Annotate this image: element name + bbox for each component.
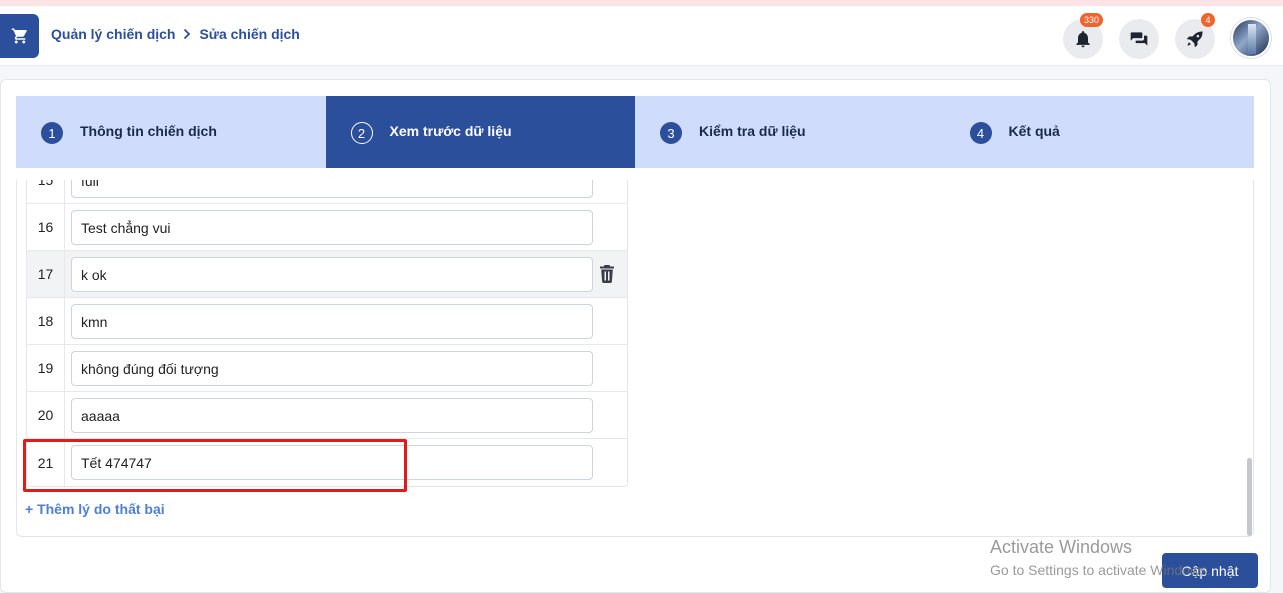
notifications-count-badge: 330 <box>1080 13 1104 27</box>
reason-input[interactable]: Tết 474747 <box>71 445 593 480</box>
table-row: 16 Test chẳng vui <box>27 204 627 251</box>
notifications-button[interactable]: 330 <box>1063 13 1104 59</box>
step-label: Xem trước dữ liệu <box>389 123 512 139</box>
table-row: 17 k ok <box>27 251 627 298</box>
vertical-scrollbar[interactable] <box>1247 458 1252 536</box>
user-avatar[interactable] <box>1231 18 1271 58</box>
breadcrumb-edit-campaign: Sửa chiến dịch <box>199 26 300 42</box>
row-number: 18 <box>27 298 65 344</box>
step-result[interactable]: 4 Kết quả <box>945 96 1255 168</box>
step-number: 2 <box>350 122 373 144</box>
bell-icon <box>1076 31 1090 48</box>
reason-input[interactable]: không đúng đối tượng <box>71 351 593 386</box>
step-check-data[interactable]: 3 Kiểm tra dữ liệu <box>635 96 945 168</box>
table-row: 15 full <box>27 180 627 204</box>
step-number: 3 <box>660 122 682 144</box>
cart-icon <box>11 28 27 44</box>
step-campaign-info[interactable]: 1 Thông tin chiến dịch <box>16 96 326 168</box>
table-row: 20 aaaaa <box>27 392 627 439</box>
step-label: Thông tin chiến dịch <box>80 123 217 139</box>
reason-input[interactable]: aaaaa <box>71 398 593 433</box>
reason-input[interactable]: kmn <box>71 304 593 339</box>
reason-input[interactable]: k ok <box>71 257 593 292</box>
trash-icon[interactable] <box>599 265 615 283</box>
rocket-count-badge: 4 <box>1201 13 1215 27</box>
reason-input[interactable]: Test chẳng vui <box>71 210 593 245</box>
chat-icon <box>1130 32 1148 46</box>
row-number: 15 <box>27 180 65 203</box>
row-number: 17 <box>27 251 65 297</box>
stepper: 1 Thông tin chiến dịch 2 Xem trước dữ li… <box>16 96 1254 168</box>
row-number: 16 <box>27 204 65 250</box>
step-number: 4 <box>969 122 992 144</box>
chevron-right-icon <box>182 28 192 40</box>
breadcrumb-campaign-management[interactable]: Quản lý chiến dịch <box>51 26 175 42</box>
step-number: 1 <box>41 122 63 144</box>
step-preview-data[interactable]: 2 Xem trước dữ liệu <box>325 96 635 168</box>
breadcrumb: Quản lý chiến dịch Sửa chiến dịch <box>51 26 300 42</box>
step-label: Kiểm tra dữ liệu <box>699 123 806 139</box>
row-number: 19 <box>27 345 65 391</box>
failure-reasons-table: 15 full 16 Test chẳng vui 17 k ok 18 kmn… <box>26 180 628 487</box>
reason-input[interactable]: full <box>71 180 593 198</box>
add-failure-reason-link[interactable]: + Thêm lý do thất bại <box>25 501 165 517</box>
cart-menu-button[interactable] <box>0 14 39 58</box>
rocket-icon <box>1186 31 1203 48</box>
row-number: 20 <box>27 392 65 438</box>
rocket-button[interactable]: 4 <box>1175 13 1215 59</box>
chat-button[interactable] <box>1119 19 1159 59</box>
table-row: 19 không đúng đối tượng <box>27 345 627 392</box>
update-button[interactable]: Cập nhật <box>1162 553 1258 588</box>
row-number: 21 <box>27 439 65 486</box>
table-row: 18 kmn <box>27 298 627 345</box>
table-row: 21 Tết 474747 <box>27 439 627 486</box>
top-header: Quản lý chiến dịch Sửa chiến dịch 330 4 <box>0 6 1283 66</box>
step-label: Kết quả <box>1008 123 1060 139</box>
